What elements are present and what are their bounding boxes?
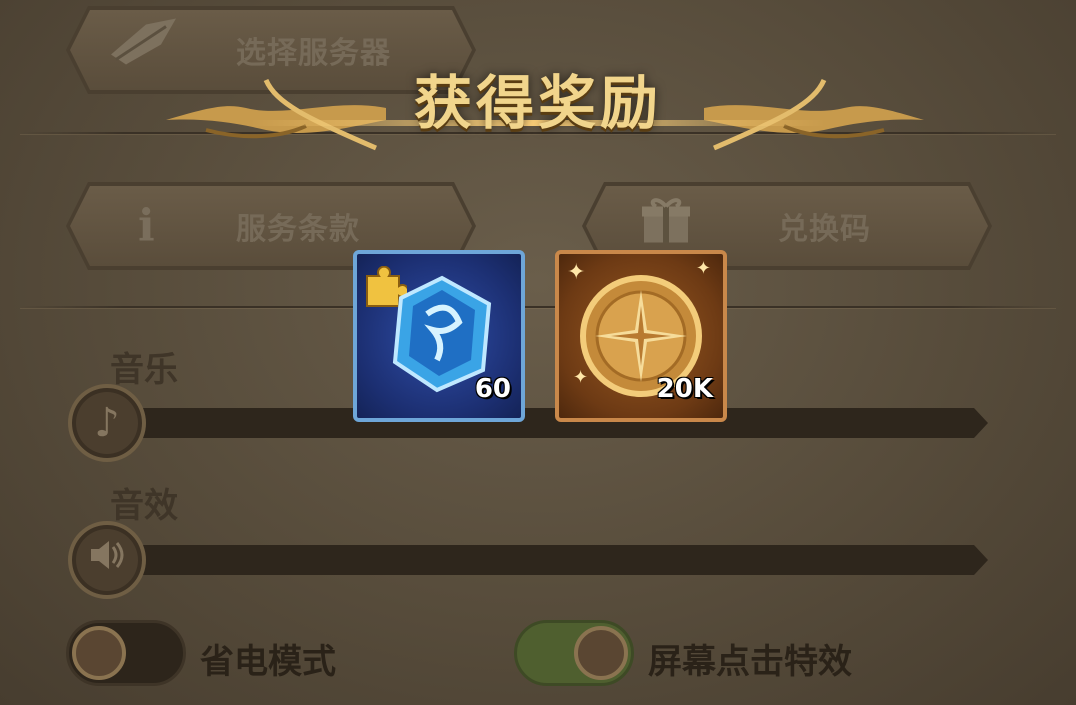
screen-tap-effect-label: 屏幕点击特效 <box>648 642 852 682</box>
music-note-icon: ♪ <box>94 400 120 446</box>
sparkle-icon: ✦ <box>573 367 589 388</box>
reward-count-coin: 20K <box>656 374 713 404</box>
power-saving-label: 省电模式 <box>200 642 336 682</box>
sparkle-icon: ✦ <box>567 260 586 285</box>
redeem-code-label: 兑换码 <box>778 212 871 247</box>
divider-middle <box>20 306 1056 308</box>
reward-item-coin[interactable]: ✦ ✦ ✦ 20K <box>555 250 727 422</box>
music-slider-knob[interactable]: ♪ <box>68 384 146 462</box>
sfx-slider-track[interactable] <box>110 545 988 575</box>
music-slider-track[interactable] <box>110 408 988 438</box>
music-label: 音乐 <box>110 350 178 390</box>
reward-item-crystal[interactable]: 60 <box>353 250 525 422</box>
sfx-slider-knob[interactable] <box>68 521 146 599</box>
screen-tap-effect-toggle-knob <box>574 626 628 680</box>
screen-tap-effect-toggle[interactable] <box>514 620 634 686</box>
reward-count-crystal: 60 <box>474 374 511 404</box>
info-icon: i <box>138 200 155 252</box>
power-saving-toggle-knob <box>72 626 126 680</box>
sparkle-icon: ✦ <box>695 258 711 279</box>
power-saving-toggle[interactable] <box>66 620 186 686</box>
reward-popup-title: 获得奖励 <box>413 69 662 137</box>
terms-label: 服务条款 <box>236 212 360 247</box>
sfx-label: 音效 <box>110 486 178 526</box>
speaker-icon <box>87 535 127 585</box>
